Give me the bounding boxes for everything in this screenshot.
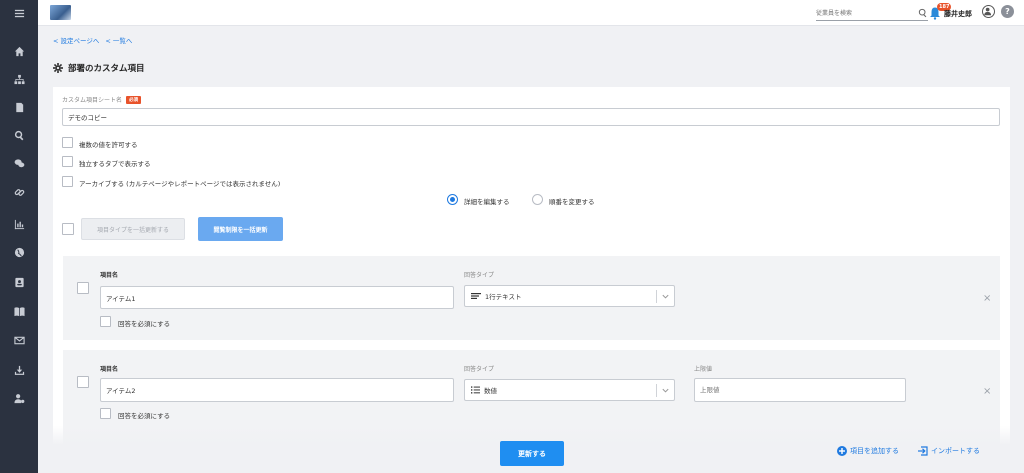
- sheet-name-label-text: カスタム項目シート名: [62, 97, 123, 104]
- chat-icon[interactable]: [0, 152, 38, 174]
- chart-icon[interactable]: [0, 213, 38, 235]
- required-answer-checkbox[interactable]: [100, 408, 111, 419]
- select-divider: [656, 384, 657, 397]
- sheet-name-input[interactable]: [62, 108, 1000, 126]
- chevron-down-icon: [662, 388, 669, 393]
- custom-items-card: カスタム項目シート名 必須 複数の値を許可する 独立するタブで表示する アーカイ…: [53, 87, 1010, 473]
- separate-tab-checkbox[interactable]: [62, 156, 73, 167]
- plus-circle-icon: [837, 446, 847, 456]
- answer-type-select[interactable]: 数値: [464, 379, 675, 401]
- required-answer-label: 回答を必須にする: [118, 412, 171, 420]
- chevron-down-icon: [662, 294, 669, 299]
- sidebar: [0, 0, 38, 473]
- select-all-checkbox[interactable]: [62, 223, 74, 235]
- upper-limit-input[interactable]: [694, 378, 906, 402]
- user-settings-icon[interactable]: [0, 387, 38, 409]
- delete-item-icon[interactable]: ×: [983, 293, 991, 304]
- search-icon[interactable]: [918, 8, 928, 18]
- user-name[interactable]: 藤井史郎: [944, 9, 972, 19]
- import-icon: [918, 446, 928, 456]
- bulk-update-type-button[interactable]: 項目タイプを一括更新する: [81, 218, 185, 240]
- home-icon[interactable]: [0, 40, 38, 62]
- page-title: 部署のカスタム項目: [53, 62, 145, 74]
- upper-limit-label: 上限値: [694, 366, 713, 373]
- company-logo[interactable]: [50, 5, 71, 20]
- link-icon[interactable]: [0, 181, 38, 203]
- item-select-checkbox[interactable]: [77, 282, 89, 294]
- required-answer-checkbox[interactable]: [100, 316, 111, 327]
- breadcrumb-settings-link[interactable]: < 設定ページへ: [53, 35, 99, 45]
- user-avatar-icon[interactable]: [982, 5, 995, 18]
- mail-icon[interactable]: [0, 329, 38, 351]
- book-icon[interactable]: [0, 300, 38, 322]
- item-select-checkbox[interactable]: [77, 376, 89, 388]
- change-order-radio[interactable]: [532, 194, 543, 205]
- item-name-label: 項目名: [100, 366, 119, 373]
- required-badge: 必須: [126, 95, 142, 104]
- update-button[interactable]: 更新する: [500, 441, 564, 466]
- bulk-update-permission-button[interactable]: 閲覧制限を一括更新: [198, 217, 283, 241]
- org-chart-icon[interactable]: [0, 68, 38, 90]
- number-list-icon: [471, 386, 480, 394]
- gear-icon: [53, 63, 63, 73]
- employee-search-input[interactable]: [816, 7, 914, 20]
- answer-type-value: 1行テキスト: [485, 293, 522, 301]
- breadcrumb-list-link[interactable]: < 一覧へ: [105, 35, 132, 45]
- download-icon[interactable]: [0, 359, 38, 381]
- allow-multiple-label: 複数の値を許可する: [79, 141, 138, 149]
- archive-checkbox[interactable]: [62, 176, 73, 187]
- select-divider: [656, 290, 657, 303]
- custom-item-row: 項目名 回答タイプ 1行テキスト × 回答を必須にする: [63, 256, 1000, 340]
- answer-type-label: 回答タイプ: [464, 272, 495, 279]
- employee-search[interactable]: [816, 7, 928, 21]
- edit-details-radio[interactable]: [447, 194, 458, 205]
- import-label: インポートする: [931, 447, 980, 455]
- archive-label: アーカイブする (カルテページやレポートページでは表示されません): [79, 180, 281, 188]
- item-name-input[interactable]: [100, 378, 454, 402]
- breadcrumb: < 設定ページへ < 一覧へ: [53, 35, 132, 45]
- required-answer-label: 回答を必須にする: [118, 320, 171, 328]
- item-name-label: 項目名: [100, 272, 119, 279]
- contact-card-icon[interactable]: [0, 271, 38, 293]
- answer-type-value: 数値: [484, 387, 497, 395]
- top-bar: 187 藤井史郎 ?: [38, 0, 1024, 26]
- edit-details-label: 詳細を編集する: [464, 198, 510, 206]
- answer-type-select[interactable]: 1行テキスト: [464, 285, 675, 307]
- change-order-label: 順番を変更する: [549, 198, 595, 206]
- page-title-text: 部署のカスタム項目: [68, 64, 145, 74]
- add-item-label: 項目を追加する: [850, 447, 899, 455]
- sheet-name-label: カスタム項目シート名 必須: [62, 95, 142, 104]
- menu-icon[interactable]: [0, 2, 38, 24]
- document-icon[interactable]: [0, 96, 38, 118]
- item-name-input[interactable]: [100, 286, 454, 309]
- search-icon[interactable]: [0, 124, 38, 146]
- separate-tab-label: 独立するタブで表示する: [79, 160, 151, 168]
- globe-icon[interactable]: [0, 241, 38, 263]
- help-icon[interactable]: ?: [1001, 5, 1014, 18]
- allow-multiple-checkbox[interactable]: [62, 137, 73, 148]
- answer-type-label: 回答タイプ: [464, 366, 495, 373]
- add-item-link[interactable]: 項目を追加する: [837, 446, 899, 456]
- single-line-text-icon: [471, 293, 481, 299]
- delete-item-icon[interactable]: ×: [983, 386, 991, 397]
- import-link[interactable]: インポートする: [918, 446, 980, 456]
